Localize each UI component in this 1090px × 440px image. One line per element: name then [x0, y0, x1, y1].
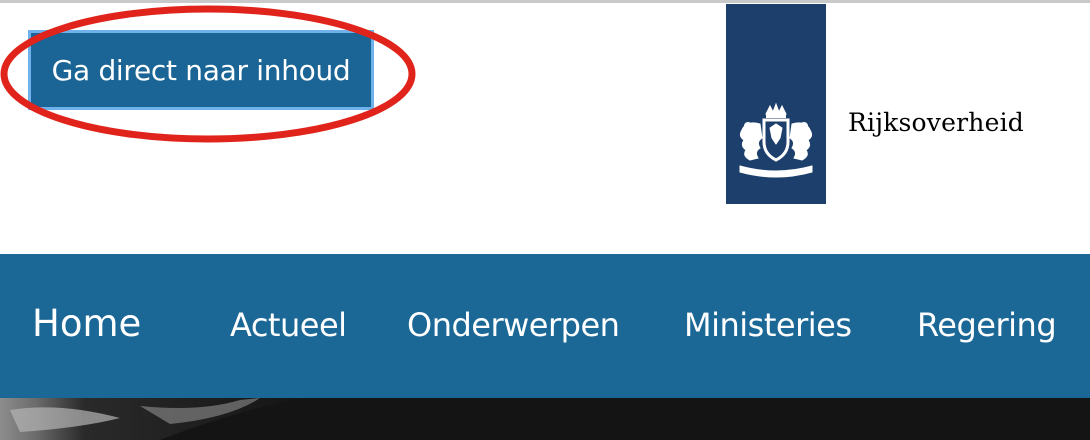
nav-item-onderwerpen[interactable]: Onderwerpen — [407, 306, 620, 344]
hero-image — [0, 398, 1090, 440]
top-divider — [0, 0, 1090, 3]
nav-item-home[interactable]: Home — [32, 302, 141, 345]
nav-item-actueel[interactable]: Actueel — [230, 306, 347, 344]
site-logo[interactable]: Rijksoverheid — [726, 4, 1046, 204]
nav-item-ministeries[interactable]: Ministeries — [684, 306, 852, 344]
logo-ribbon — [726, 4, 826, 204]
hero-photo-fragment — [0, 398, 1090, 440]
page: Ga direct naar inhoud Rijksoverheid Home… — [0, 0, 1090, 440]
coat-of-arms-icon — [739, 102, 813, 178]
logo-wordmark: Rijksoverheid — [848, 108, 1024, 137]
skip-to-content-link[interactable]: Ga direct naar inhoud — [28, 30, 374, 110]
main-navigation: Home Actueel Onderwerpen Ministeries Reg… — [0, 254, 1090, 398]
nav-item-regering[interactable]: Regering — [917, 306, 1057, 344]
